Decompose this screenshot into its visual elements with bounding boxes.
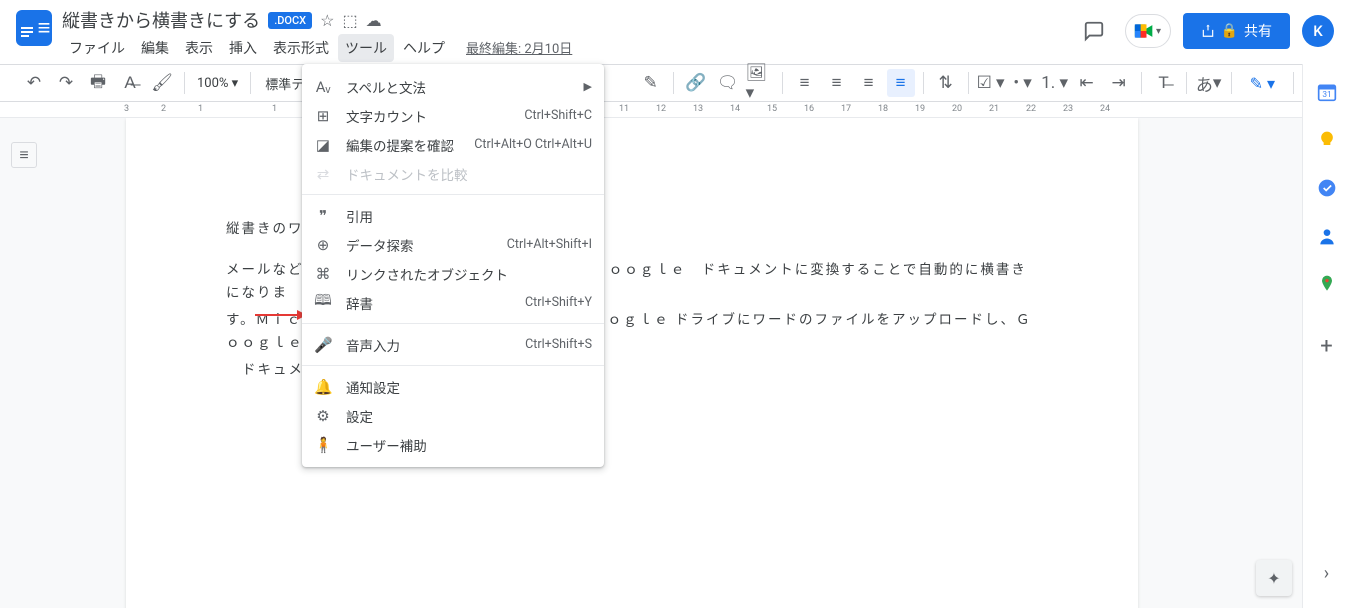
meet-button[interactable]: ▾ xyxy=(1125,14,1171,48)
line-spacing-icon[interactable]: ⇅ xyxy=(932,69,960,97)
account-avatar[interactable]: K xyxy=(1302,15,1334,47)
menu-accessibility[interactable]: 🧍ユーザー補助 xyxy=(302,430,604,459)
menu-voice-typing[interactable]: 🎤音声入力Ctrl+Shift+S xyxy=(302,330,604,359)
menu-help[interactable]: ヘルプ xyxy=(396,34,452,62)
menu-edit[interactable]: 編集 xyxy=(134,34,176,62)
menu-tools[interactable]: ツール xyxy=(338,34,394,62)
docs-app-icon[interactable]: ≡ xyxy=(16,10,52,46)
annotation-arrow xyxy=(255,308,307,322)
bell-icon: 🔔 xyxy=(314,378,332,396)
hide-panel-icon[interactable]: › xyxy=(1324,563,1329,584)
redo-icon[interactable]: ↷ xyxy=(52,69,80,97)
editing-mode-button[interactable]: ✎ ▾ xyxy=(1240,70,1285,97)
menu-word-count[interactable]: ⊞文字カウントCtrl+Shift+C xyxy=(302,101,604,130)
tools-dropdown: Aᵥスペルと文法▶ ⊞文字カウントCtrl+Shift+C ◪編集の提案を確認C… xyxy=(302,64,604,467)
spellcheck-icon[interactable]: A̶ xyxy=(116,69,144,97)
gear-icon: ⚙ xyxy=(314,407,332,425)
clear-formatting-icon[interactable]: T̶ xyxy=(1150,69,1178,97)
link-objects-icon: ⌘ xyxy=(314,265,332,283)
zoom-select[interactable]: 100% ▾ xyxy=(193,76,242,91)
calendar-app-icon[interactable]: 31 xyxy=(1317,82,1337,102)
outline-rail: ≡ xyxy=(0,118,48,608)
tasks-app-icon[interactable] xyxy=(1317,178,1337,198)
bulleted-list-icon[interactable]: • ▾ xyxy=(1009,69,1037,97)
menu-dictionary[interactable]: 🕮辞書Ctrl+Shift+Y xyxy=(302,288,604,317)
align-left-icon[interactable]: ≡ xyxy=(791,69,819,97)
dictionary-icon: 🕮 xyxy=(314,290,332,315)
menu-compare-documents: ⇄ドキュメントを比較 xyxy=(302,159,604,188)
menu-spelling-grammar[interactable]: Aᵥスペルと文法▶ xyxy=(302,72,604,101)
align-center-icon[interactable]: ≡ xyxy=(823,69,851,97)
menu-view[interactable]: 表示 xyxy=(178,34,220,62)
checklist-icon[interactable]: ☑ ▾ xyxy=(977,69,1005,97)
toolbar: ↶ ↷ 🖶 A̶ 🖌 100% ▾ 標準テキス ✎ 🔗 🗨 🖼 ▾ ≡ ≡ ≡ … xyxy=(0,64,1350,102)
insert-image-icon[interactable]: 🖼 ▾ xyxy=(746,69,774,97)
comment-history-icon[interactable] xyxy=(1075,12,1113,50)
cloud-status-icon[interactable]: ☁ xyxy=(366,11,382,30)
header-actions: ▾ 🔒 共有 K xyxy=(1075,12,1334,50)
svg-text:31: 31 xyxy=(1322,90,1331,100)
maps-app-icon[interactable] xyxy=(1317,274,1337,294)
microphone-icon: 🎤 xyxy=(314,336,332,354)
menu-file[interactable]: ファイル xyxy=(62,34,132,62)
header: ≡ 縦書きから横書きにする .DOCX ☆ ⬚ ☁ ファイル 編集 表示 挿入 … xyxy=(0,0,1350,64)
input-tools-icon[interactable]: あ ▾ xyxy=(1195,69,1223,97)
numbered-list-icon[interactable]: 1. ▾ xyxy=(1041,69,1069,97)
menu-explore[interactable]: ⊕データ探索Ctrl+Alt+Shift+I xyxy=(302,230,604,259)
add-comment-icon[interactable]: 🗨 xyxy=(714,69,742,97)
explore-icon: ⊕ xyxy=(314,236,332,254)
align-right-icon[interactable]: ≡ xyxy=(855,69,883,97)
menu-linked-objects[interactable]: ⌘リンクされたオブジェクト xyxy=(302,259,604,288)
title-area: 縦書きから横書きにする .DOCX ☆ ⬚ ☁ ファイル 編集 表示 挿入 表示… xyxy=(62,8,1075,62)
accessibility-icon: 🧍 xyxy=(314,436,332,454)
quote-icon: ❞ xyxy=(314,207,332,225)
keep-app-icon[interactable] xyxy=(1317,130,1337,150)
menubar: ファイル 編集 表示 挿入 表示形式 ツール ヘルプ 最終編集: 2月10日 xyxy=(62,34,1075,62)
last-edit-link[interactable]: 最終編集: 2月10日 xyxy=(462,34,576,62)
add-addon-icon[interactable]: + xyxy=(1320,334,1332,359)
menu-format[interactable]: 表示形式 xyxy=(266,34,336,62)
side-panel: 31 + › xyxy=(1302,64,1350,608)
document-page[interactable]: 縦書きのワー メールなどでｏｏｇｌｅ ドキュメントに変換することで自動的に横書き… xyxy=(126,118,1138,608)
insert-link-icon[interactable]: 🔗 xyxy=(682,69,710,97)
document-title[interactable]: 縦書きから横書きにする xyxy=(62,7,260,33)
star-icon[interactable]: ☆ xyxy=(320,11,334,30)
docx-badge: .DOCX xyxy=(268,12,312,29)
submenu-arrow-icon: ▶ xyxy=(584,80,592,93)
outline-icon[interactable]: ≡ xyxy=(11,142,37,168)
explore-fab[interactable]: ✦ xyxy=(1256,560,1292,596)
count-icon: ⊞ xyxy=(314,107,332,125)
align-justify-icon[interactable]: ≡ xyxy=(887,69,915,97)
share-label: 共有 xyxy=(1244,21,1272,41)
menu-preferences[interactable]: ⚙設定 xyxy=(302,401,604,430)
paint-format-icon[interactable]: 🖌 xyxy=(148,69,176,97)
undo-icon[interactable]: ↶ xyxy=(20,69,48,97)
spellcheck-icon: Aᵥ xyxy=(314,78,332,96)
move-icon[interactable]: ⬚ xyxy=(342,11,357,30)
increase-indent-icon[interactable]: ⇥ xyxy=(1105,69,1133,97)
review-icon: ◪ xyxy=(314,136,332,154)
menu-review-suggestions[interactable]: ◪編集の提案を確認Ctrl+Alt+O Ctrl+Alt+U xyxy=(302,130,604,159)
print-icon[interactable]: 🖶 xyxy=(84,69,112,97)
menu-insert[interactable]: 挿入 xyxy=(222,34,264,62)
menu-notification-settings[interactable]: 🔔通知設定 xyxy=(302,372,604,401)
menu-citations[interactable]: ❞引用 xyxy=(302,201,604,230)
share-button[interactable]: 🔒 共有 xyxy=(1183,13,1290,49)
horizontal-ruler[interactable]: 3 2 1 1 2 11 12 13 14 15 16 17 18 19 20 … xyxy=(0,102,1350,118)
content-area: ≡ 縦書きのワー メールなどでｏｏｇｌｅ ドキュメントに変換することで自動的に横… xyxy=(0,118,1302,608)
highlight-color-icon[interactable]: ✎ xyxy=(637,69,665,97)
decrease-indent-icon[interactable]: ⇤ xyxy=(1073,69,1101,97)
contacts-app-icon[interactable] xyxy=(1317,226,1337,246)
compare-icon: ⇄ xyxy=(314,165,332,183)
